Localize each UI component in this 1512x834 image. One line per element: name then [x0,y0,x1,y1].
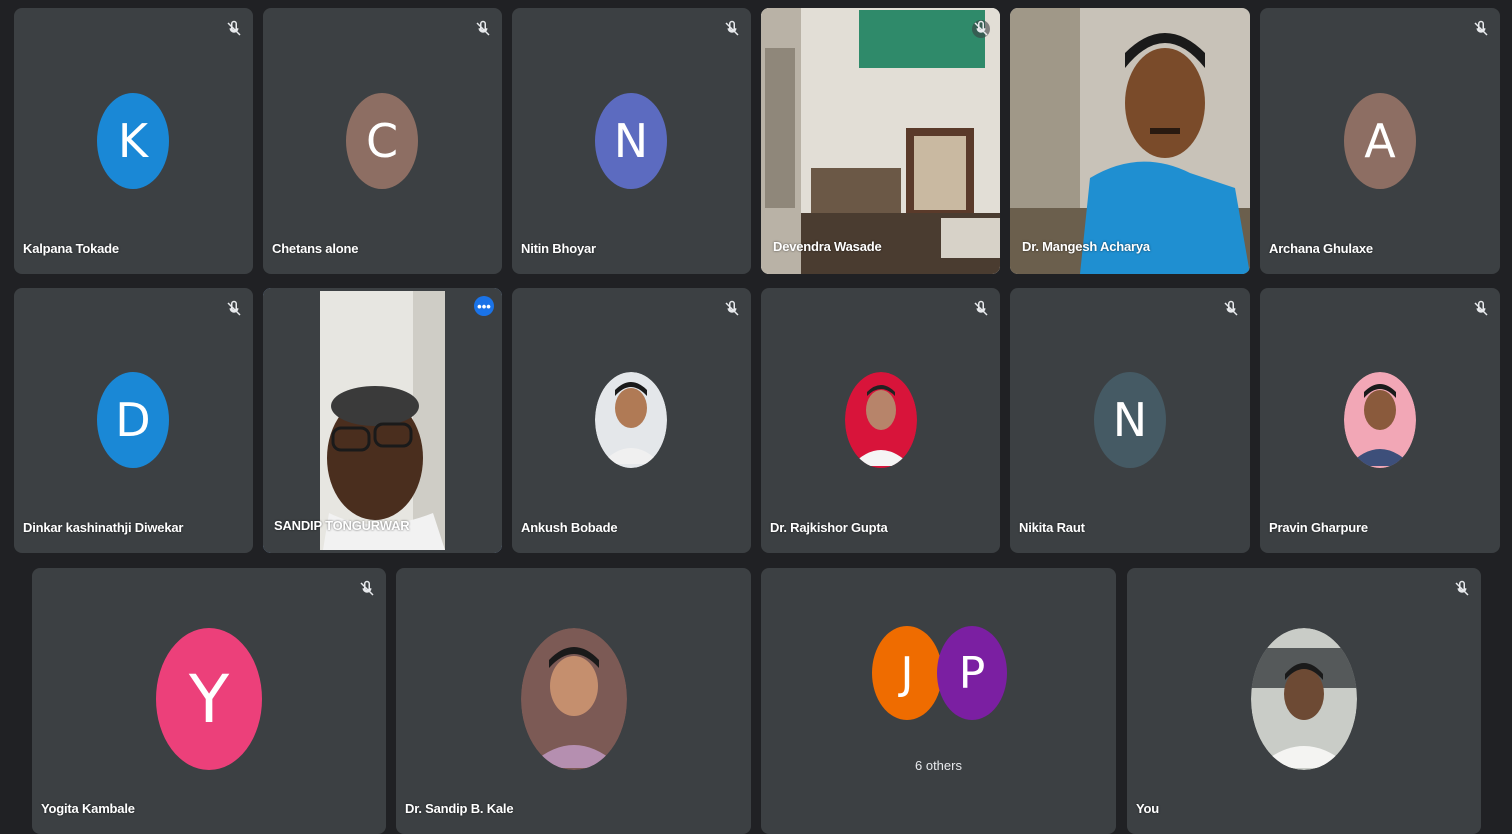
participant-name: Nitin Bhoyar [521,241,596,256]
video-feed [1010,8,1250,274]
mic-off-icon [476,20,490,36]
participant-name: Dinkar kashinathji Diwekar [23,520,184,535]
participant-tile-sandip-kale[interactable]: Dr. Sandip B. Kale [396,568,751,834]
avatar: N [1094,372,1166,468]
participant-name: Nikita Raut [1019,520,1085,535]
more-options-icon[interactable]: ••• [474,296,494,316]
participant-name: Kalpana Tokade [23,241,119,256]
participant-tile-ankush[interactable]: Ankush Bobade [512,288,751,553]
profile-photo [845,372,917,468]
mic-off-icon [227,20,241,36]
participant-name: Dr. Sandip B. Kale [405,801,514,816]
profile-photo [595,372,667,468]
mic-off-icon [972,20,990,38]
participant-tile-kalpana[interactable]: K Kalpana Tokade [14,8,253,274]
mic-off-icon [1474,300,1488,316]
participant-tile-sandip-t[interactable]: ••• SANDIP TONGURWAR [263,288,502,553]
profile-photo [1251,628,1357,770]
others-count: 6 others [915,758,962,773]
participant-name: Yogita Kambale [41,801,135,816]
mic-off-icon [227,300,241,316]
avatar: K [97,93,169,189]
profile-photo [1344,372,1416,468]
participant-tile-chetans[interactable]: C Chetans alone [263,8,502,274]
participant-name: Ankush Bobade [521,520,618,535]
participant-name: You [1136,801,1159,816]
participant-tile-pravin[interactable]: Pravin Gharpure [1260,288,1500,553]
participant-tile-nikita[interactable]: N Nikita Raut [1010,288,1250,553]
avatar: J [872,626,942,720]
mic-off-icon [1455,580,1469,596]
mic-off-icon [725,300,739,316]
participant-name: Devendra Wasade [773,239,882,254]
mic-off-icon [1224,300,1238,316]
participant-name: SANDIP TONGURWAR [274,518,410,533]
participant-name: Archana Ghulaxe [1269,241,1373,256]
avatar: D [97,372,169,468]
participant-tile-rajkishor[interactable]: Dr. Rajkishor Gupta [761,288,1000,553]
participant-name: Dr. Rajkishor Gupta [770,520,888,535]
participant-name: Pravin Gharpure [1269,520,1368,535]
avatar: P [937,626,1007,720]
participant-tile-devendra[interactable]: Devendra Wasade [761,8,1000,274]
mic-off-icon [974,300,988,316]
video-feed [263,288,502,553]
avatar: N [595,93,667,189]
participant-tile-you[interactable]: You [1127,568,1481,834]
participant-tile-dinkar[interactable]: D Dinkar kashinathji Diwekar [14,288,253,553]
participant-name: Chetans alone [272,241,359,256]
participant-tile-archana[interactable]: A Archana Ghulaxe [1260,8,1500,274]
avatar: A [1344,93,1416,189]
mic-off-icon [360,580,374,596]
mic-off-icon [725,20,739,36]
profile-photo [521,628,627,770]
participant-tile-nitin[interactable]: N Nitin Bhoyar [512,8,751,274]
mic-off-icon [1474,20,1488,36]
avatar: C [346,93,418,189]
participant-tile-yogita[interactable]: Y Yogita Kambale [32,568,386,834]
avatar: Y [156,628,262,770]
participant-name: Dr. Mangesh Acharya [1022,239,1150,254]
participant-tile-others[interactable]: J P 6 others [761,568,1116,834]
participant-tile-mangesh[interactable]: Dr. Mangesh Acharya [1010,8,1250,274]
video-feed [761,8,1000,274]
